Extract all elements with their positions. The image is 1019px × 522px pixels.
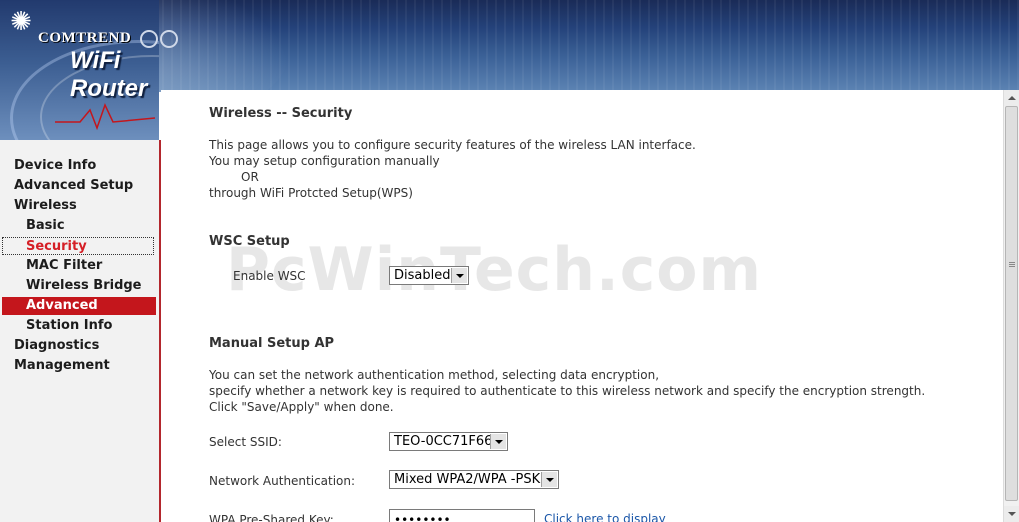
sidebar-item-security[interactable]: Security xyxy=(2,237,154,255)
watermark: PcWinTech.com xyxy=(226,235,763,305)
brand-dots-icon xyxy=(140,30,180,52)
sidebar-item-management[interactable]: Management xyxy=(14,357,110,375)
content-panel: PcWinTech.com Wireless -- Security This … xyxy=(161,90,1003,522)
manual-heading: Manual Setup AP xyxy=(209,336,335,351)
intro-text-3: through WiFi Protcted Setup(WPS) xyxy=(209,186,413,200)
sidebar-item-device-info[interactable]: Device Info xyxy=(14,157,96,175)
vertical-scrollbar[interactable] xyxy=(1003,90,1019,522)
sidebar-item-mac-filter[interactable]: MAC Filter xyxy=(26,257,102,275)
sidebar-item-diagnostics[interactable]: Diagnostics xyxy=(14,337,99,355)
sidebar: Device Info Advanced Setup Wireless Basi… xyxy=(0,140,161,522)
manual-text-3: Click "Save/Apply" when done. xyxy=(209,400,394,414)
sidebar-item-station-info[interactable]: Station Info xyxy=(26,317,112,335)
brand-name: COMTREND xyxy=(38,30,132,46)
page-title: Wireless -- Security xyxy=(209,106,353,121)
auth-select[interactable]: Mixed WPA2/WPA -PSK xyxy=(389,470,559,489)
chevron-down-icon[interactable] xyxy=(451,268,467,283)
chevron-down-icon[interactable] xyxy=(541,472,557,487)
wsc-select[interactable]: Disabled xyxy=(389,266,469,285)
wsc-label: Enable WSC xyxy=(233,269,306,283)
brand-gear-icon: ✺ xyxy=(10,7,32,37)
scroll-up-icon[interactable] xyxy=(1004,90,1019,106)
intro-text-2: You may setup configuration manually xyxy=(209,154,440,168)
intro-text-1: This page allows you to configure securi… xyxy=(209,138,696,152)
wsc-select-value: Disabled xyxy=(394,268,451,283)
sidebar-item-wireless-bridge[interactable]: Wireless Bridge xyxy=(26,277,142,295)
psk-label: WPA Pre-Shared Key: xyxy=(209,513,334,522)
chevron-down-icon[interactable] xyxy=(490,434,506,449)
ssid-select[interactable]: TEO-0CC71F66 xyxy=(389,432,508,451)
ssid-label: Select SSID: xyxy=(209,435,282,449)
scroll-grip-icon xyxy=(1009,262,1015,268)
product-name: WiFi Router xyxy=(70,47,148,102)
sidebar-item-advanced-setup[interactable]: Advanced Setup xyxy=(14,177,133,195)
psk-input[interactable]: •••••••• xyxy=(389,509,535,522)
logo-area: ✺ COMTREND WiFi Router xyxy=(0,0,159,140)
wsc-heading: WSC Setup xyxy=(209,234,290,249)
sidebar-item-advanced[interactable]: Advanced xyxy=(2,297,156,315)
ssid-select-value: TEO-0CC71F66 xyxy=(394,434,493,449)
manual-text-1: You can set the network authentication m… xyxy=(209,368,660,382)
manual-text-2: specify whether a network key is require… xyxy=(209,384,926,398)
display-key-link[interactable]: Click here to display xyxy=(544,512,666,522)
scroll-thumb[interactable] xyxy=(1005,106,1018,501)
sidebar-item-basic[interactable]: Basic xyxy=(26,217,65,235)
auth-select-value: Mixed WPA2/WPA -PSK xyxy=(394,472,541,487)
auth-label: Network Authentication: xyxy=(209,474,356,488)
pulse-line-icon xyxy=(55,103,155,130)
psk-input-value: •••••••• xyxy=(394,513,451,522)
intro-or: OR xyxy=(241,170,259,184)
scroll-down-icon[interactable] xyxy=(1004,506,1019,522)
sidebar-item-wireless[interactable]: Wireless xyxy=(14,197,77,215)
